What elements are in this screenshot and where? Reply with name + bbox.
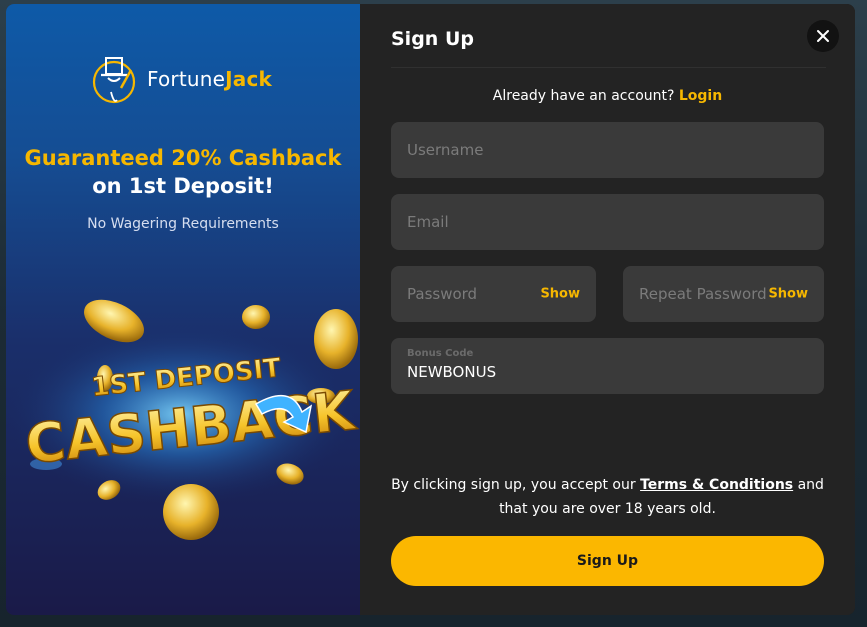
coin-2 [242,305,270,329]
bonus-code-field[interactable]: Bonus Code NEWBONUS [391,338,824,394]
login-link[interactable]: Login [679,88,722,104]
header-divider [391,67,826,68]
brand-name: FortuneJack [147,67,273,91]
close-button[interactable] [807,20,839,52]
password-placeholder: Password [407,285,478,303]
promo-panel: FortuneJack Guaranteed 20% Cashback on 1… [6,4,360,615]
bonus-code-label: Bonus Code [407,348,474,359]
username-field[interactable]: Username [391,122,824,178]
bonus-code-value: NEWBONUS [407,363,497,381]
email-field[interactable]: Email [391,194,824,250]
repeat-password-field[interactable]: Repeat Password Show [623,266,824,322]
promo-subline: No Wagering Requirements [87,216,279,232]
username-placeholder: Username [407,141,484,159]
brand-logo: FortuneJack [91,48,272,110]
promo-headline-sub: on 1st Deposit! [92,174,274,198]
terms-notice: By clicking sign up, you accept our Term… [391,473,824,521]
show-repeat-password-button[interactable]: Show [768,287,808,302]
close-icon [817,30,829,42]
cashback-illustration: 1ST DEPOSIT CASHBACK [6,299,360,540]
login-prompt-text: Already have an account? [492,88,675,104]
sign-up-button[interactable]: Sign Up [391,536,824,586]
show-password-button[interactable]: Show [540,287,580,302]
signup-modal: FortuneJack Guaranteed 20% Cashback on 1… [6,4,855,615]
promo-headline: Guaranteed 20% Cashback [24,146,342,170]
signup-form-panel: Sign Up Already have an account? Login U… [360,4,855,615]
email-placeholder: Email [407,213,449,231]
repeat-password-placeholder: Repeat Password [639,285,767,303]
terms-prefix: By clicking sign up, you accept our [391,477,636,493]
modal-title: Sign Up [391,28,474,50]
fortunejack-logo-icon [92,57,136,104]
password-field[interactable]: Password Show [391,266,596,322]
coin-3 [314,309,358,369]
coin-8 [163,484,219,540]
login-prompt: Already have an account? Login [360,88,855,104]
terms-link[interactable]: Terms & Conditions [640,477,793,493]
